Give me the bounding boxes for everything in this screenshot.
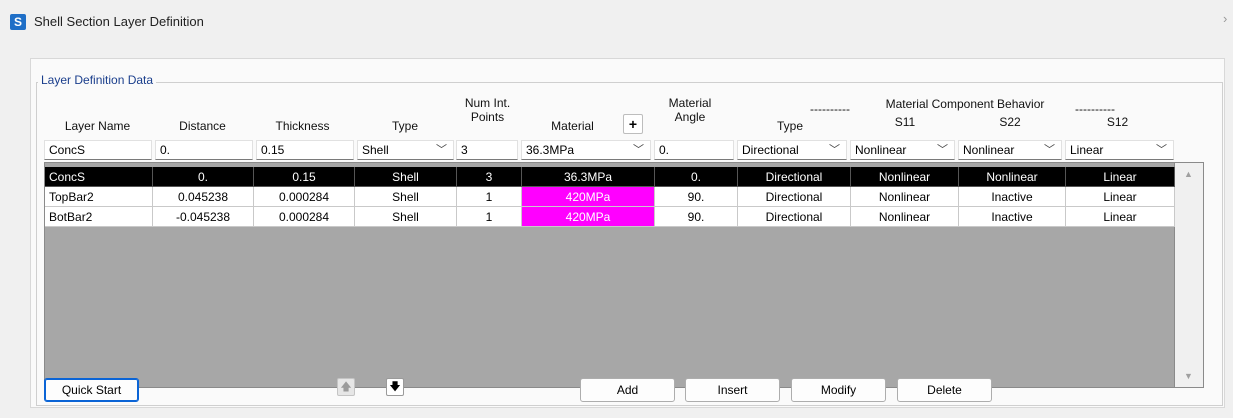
behavior-type-select-value: Directional [742,143,799,157]
cell-s22: Inactive [959,207,1066,227]
cell-s22: Inactive [959,187,1066,207]
chevron-down-icon: ﹀ [1044,144,1055,156]
cell-layer-name: BotBar2 [45,207,153,227]
header-dashes-left: ---------- [810,102,850,116]
chevron-down-icon: ﹀ [937,144,948,156]
cell-num-int: 3 [457,167,522,187]
layer-table-body: ConcS 0. 0.15 Shell 3 36.3MPa 0. Directi… [45,163,1175,387]
delete-button[interactable]: Delete [897,378,992,402]
chevron-down-icon: ﹀ [436,144,447,156]
add-button[interactable]: Add [580,378,675,402]
cell-s12: Linear [1066,187,1175,207]
cell-s12: Linear [1066,207,1175,227]
cell-layer-name: ConcS [45,167,153,187]
cell-material: 420MPa [522,207,655,227]
move-down-arrow-icon[interactable]: 🡇 [386,378,404,396]
cell-s11: Nonlinear [851,187,959,207]
cell-type: Shell [355,167,457,187]
cell-s11: Nonlinear [851,167,959,187]
cell-thickness: 0.000284 [254,207,355,227]
layer-table: ConcS 0. 0.15 Shell 3 36.3MPa 0. Directi… [44,162,1204,388]
move-up-arrow-icon[interactable]: 🡅 [337,378,355,396]
cell-behavior-type: Directional [738,207,851,227]
table-row[interactable]: BotBar2 -0.045238 0.000284 Shell 1 420MP… [45,207,1175,227]
cell-s11: Nonlinear [851,207,959,227]
chevron-down-icon: ﹀ [633,144,644,156]
header-dashes-right: ---------- [1075,102,1115,116]
window-title: Shell Section Layer Definition [34,14,204,29]
close-icon[interactable]: › [1223,12,1233,26]
group-legend: Layer Definition Data [38,73,157,87]
header-num-int-line1: Num Int. [464,96,511,110]
title-bar: S Shell Section Layer Definition › [0,0,1233,44]
chevron-down-icon: ﹀ [829,144,840,156]
header-distance: Distance [179,119,226,133]
table-row[interactable]: TopBar2 0.045238 0.000284 Shell 1 420MPa… [45,187,1175,207]
modify-button[interactable]: Modify [791,378,886,402]
s11-select[interactable]: Nonlinear ﹀ [850,140,955,160]
table-scrollbar[interactable]: ▲ ▼ [1175,163,1203,387]
material-angle-input[interactable]: 0. [654,140,734,160]
cell-layer-name: TopBar2 [45,187,153,207]
cell-behavior-type: Directional [738,187,851,207]
cell-material-angle: 90. [655,207,738,227]
cell-material-angle: 90. [655,187,738,207]
chevron-down-icon: ﹀ [1156,144,1167,156]
s22-select-value: Nonlinear [963,143,1015,157]
scroll-down-arrow-icon[interactable]: ▼ [1184,371,1193,381]
cell-material-angle: 0. [655,167,738,187]
cell-type: Shell [355,207,457,227]
app-icon: S [10,14,26,30]
s22-select[interactable]: Nonlinear ﹀ [958,140,1062,160]
cell-thickness: 0.000284 [254,187,355,207]
behavior-type-select[interactable]: Directional ﹀ [737,140,847,160]
header-num-int-line2: Points [470,110,505,124]
s11-select-value: Nonlinear [855,143,907,157]
cell-material: 36.3MPa [522,167,655,187]
cell-material: 420MPa [522,187,655,207]
scroll-up-arrow-icon[interactable]: ▲ [1184,169,1193,179]
header-thickness: Thickness [275,119,330,133]
header-material-angle-line2: Angle [674,110,706,124]
header-s11: S11 [894,115,916,129]
material-select-value: 36.3MPa [526,143,575,157]
type-select-value: Shell [362,143,389,157]
cell-thickness: 0.15 [254,167,355,187]
material-select[interactable]: 36.3MPa ﹀ [521,140,651,160]
distance-input[interactable]: 0. [155,140,253,160]
cell-num-int: 1 [457,207,522,227]
s12-select-value: Linear [1070,143,1104,157]
header-layer-name: Layer Name [64,119,131,133]
table-row[interactable]: ConcS 0. 0.15 Shell 3 36.3MPa 0. Directi… [45,167,1175,187]
type-select[interactable]: Shell ﹀ [357,140,454,160]
header-behavior-type: Type [776,119,803,133]
layer-name-input[interactable]: ConcS [44,140,152,160]
header-s22: S22 [999,115,1021,129]
cell-s22: Nonlinear [959,167,1066,187]
cell-distance: 0. [153,167,254,187]
header-behavior-title: Material Component Behavior [885,97,1045,111]
cell-num-int: 1 [457,187,522,207]
cell-s12: Linear [1066,167,1175,187]
header-material-angle-line1: Material [668,96,712,110]
add-material-button[interactable]: + [623,114,643,134]
cell-type: Shell [355,187,457,207]
cell-distance: -0.045238 [153,207,254,227]
header-material: Material [551,119,594,133]
s12-select[interactable]: Linear ﹀ [1065,140,1174,160]
num-int-points-input[interactable]: 3 [456,140,518,160]
cell-distance: 0.045238 [153,187,254,207]
thickness-input[interactable]: 0.15 [256,140,354,160]
header-s12: S12 [1106,115,1129,129]
cell-behavior-type: Directional [738,167,851,187]
insert-button[interactable]: Insert [685,378,780,402]
quick-start-button[interactable]: Quick Start [44,378,139,402]
header-type: Type [391,119,418,133]
